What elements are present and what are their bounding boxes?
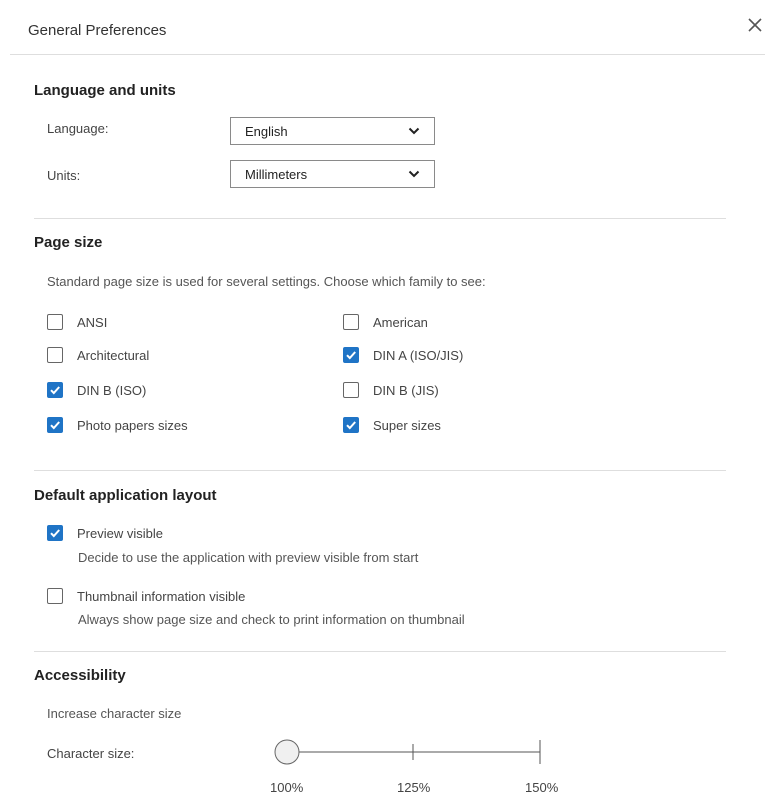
section-divider [34, 470, 726, 471]
checkbox-label: Thumbnail information visible [77, 589, 246, 604]
section-title-layout: Default application layout [34, 487, 217, 504]
checkbox-label: American [373, 315, 428, 330]
dialog-header: General Preferences [0, 0, 765, 54]
slider-thumb [274, 739, 300, 765]
units-label: Units: [47, 168, 81, 183]
language-select[interactable]: English [230, 117, 435, 145]
tick-label-125: 125% [397, 780, 431, 795]
checkmark-icon [346, 351, 356, 360]
chevron-down-icon [408, 170, 420, 178]
checkbox-label: Photo papers sizes [77, 418, 188, 433]
dialog-title: General Preferences [28, 22, 167, 39]
checkbox-label: Super sizes [373, 418, 441, 433]
chevron-down-icon [408, 127, 420, 135]
header-divider [10, 54, 765, 55]
section-divider [34, 218, 726, 219]
checkbox-box[interactable] [47, 382, 63, 398]
section-title-page-size: Page size [34, 234, 103, 251]
checkmark-icon [50, 421, 60, 430]
units-select-value: Millimeters [245, 167, 308, 182]
checkmark-icon [50, 386, 60, 395]
language-select-value: English [245, 124, 288, 139]
character-size-label: Character size: [47, 746, 135, 761]
section-divider [34, 651, 726, 652]
checkbox-box[interactable] [343, 347, 359, 363]
character-size-slider[interactable] [272, 738, 552, 768]
units-select[interactable]: Millimeters [230, 160, 435, 188]
section-title-language-units: Language and units [34, 82, 176, 99]
thumbnail-description: Always show page size and check to print… [78, 612, 465, 627]
checkbox-label: DIN B (ISO) [77, 383, 147, 398]
tick-label-150: 150% [525, 780, 559, 795]
checkbox-label: Preview visible [77, 526, 163, 541]
checkbox-box[interactable] [47, 347, 63, 363]
checkmark-icon [346, 421, 356, 430]
checkbox-box[interactable] [343, 417, 359, 433]
checkbox-label: ANSI [77, 315, 108, 330]
checkbox-label: DIN A (ISO/JIS) [373, 348, 464, 363]
checkbox-label: Architectural [77, 348, 150, 363]
checkbox-box[interactable] [47, 417, 63, 433]
checkbox-box[interactable] [47, 525, 63, 541]
tick-label-100: 100% [270, 780, 304, 795]
checkbox-box[interactable] [343, 314, 359, 330]
accessibility-subtitle: Increase character size [47, 706, 182, 721]
close-icon[interactable] [744, 14, 765, 36]
checkbox-label: DIN B (JIS) [373, 383, 439, 398]
checkbox-box[interactable] [47, 314, 63, 330]
page-size-description: Standard page size is used for several s… [47, 274, 486, 289]
checkbox-box[interactable] [343, 382, 359, 398]
section-title-accessibility: Accessibility [34, 667, 126, 684]
checkbox-box[interactable] [47, 588, 63, 604]
language-label: Language: [47, 121, 109, 136]
checkmark-icon [50, 529, 60, 538]
preview-description: Decide to use the application with previ… [78, 550, 419, 565]
